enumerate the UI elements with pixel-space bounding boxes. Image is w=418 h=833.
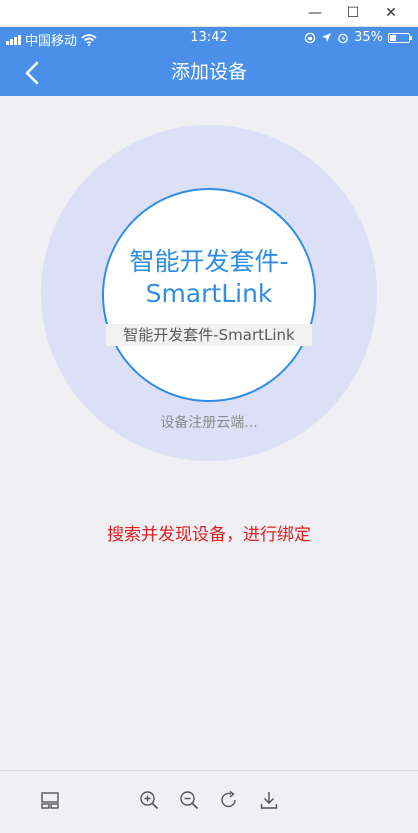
status-right: 35% bbox=[304, 30, 412, 45]
device-name: 智能开发套件-SmartLink bbox=[129, 247, 289, 308]
battery-percent: 35% bbox=[354, 30, 383, 45]
panel-button[interactable] bbox=[39, 789, 61, 811]
maximize-button[interactable]: ☐ bbox=[334, 0, 372, 26]
window-controls: — ☐ ✕ bbox=[296, 0, 410, 26]
rotation-lock-icon bbox=[304, 32, 316, 43]
window-titlebar: — ☐ ✕ bbox=[0, 0, 418, 27]
registration-status: 设备注册云端... bbox=[160, 415, 258, 431]
zoom-out-button[interactable] bbox=[178, 789, 200, 811]
minimize-button[interactable]: — bbox=[296, 0, 334, 26]
panel-icon bbox=[41, 792, 59, 809]
page-title: 添加设备 bbox=[170, 61, 247, 83]
battery-icon bbox=[388, 32, 412, 43]
rotate-icon bbox=[221, 790, 236, 808]
bind-hint: 搜索并发现设备，进行绑定 bbox=[107, 525, 311, 545]
zoom-out-icon bbox=[180, 791, 199, 810]
download-icon bbox=[260, 792, 278, 809]
device-subtitle: 智能开发套件-SmartLink bbox=[106, 324, 312, 346]
back-button[interactable] bbox=[18, 59, 48, 87]
rotate-button[interactable] bbox=[218, 789, 240, 811]
download-button[interactable] bbox=[258, 789, 280, 811]
chevron-left-icon bbox=[25, 61, 39, 85]
nav-bar: 添加设备 bbox=[0, 49, 418, 96]
zoom-in-icon bbox=[140, 791, 159, 810]
zoom-in-button[interactable] bbox=[138, 789, 160, 811]
location-icon bbox=[322, 33, 332, 42]
viewer-toolbar bbox=[0, 770, 418, 833]
status-bar: 中国移动 13:42 35% bbox=[0, 27, 418, 49]
close-button[interactable]: ✕ bbox=[372, 0, 410, 26]
alarm-icon bbox=[338, 33, 348, 43]
